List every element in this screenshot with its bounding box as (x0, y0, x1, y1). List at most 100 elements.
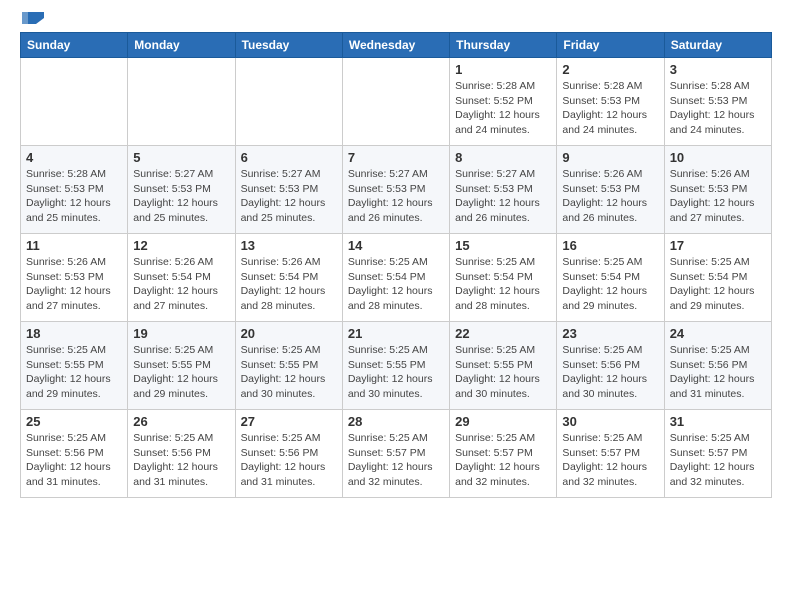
day-info: Sunrise: 5:25 AM Sunset: 5:55 PM Dayligh… (455, 343, 551, 402)
calendar-cell: 21 Sunrise: 5:25 AM Sunset: 5:55 PM Dayli… (342, 322, 449, 410)
page-header (20, 10, 772, 24)
logo (20, 10, 44, 24)
day-info: Sunrise: 5:25 AM Sunset: 5:55 PM Dayligh… (348, 343, 444, 402)
day-info: Sunrise: 5:27 AM Sunset: 5:53 PM Dayligh… (241, 167, 337, 226)
calendar-cell (128, 58, 235, 146)
day-number: 24 (670, 326, 766, 341)
calendar-week-4: 18Sunrise: 5:25 AM Sunset: 5:55 PM Dayli… (21, 322, 772, 410)
header-row: SundayMondayTuesdayWednesdayThursdayFrid… (21, 33, 772, 58)
day-info: Sunrise: 5:26 AM Sunset: 5:53 PM Dayligh… (26, 255, 122, 314)
logo-icon (22, 10, 44, 26)
day-number: 20 (241, 326, 337, 341)
calendar-cell: 9 Sunrise: 5:26 AM Sunset: 5:53 PM Daylig… (557, 146, 664, 234)
day-number: 14 (348, 238, 444, 253)
calendar-cell: 29 Sunrise: 5:25 AM Sunset: 5:57 PM Dayli… (450, 410, 557, 498)
day-info: Sunrise: 5:25 AM Sunset: 5:54 PM Dayligh… (670, 255, 766, 314)
day-number: 21 (348, 326, 444, 341)
day-info: Sunrise: 5:26 AM Sunset: 5:54 PM Dayligh… (241, 255, 337, 314)
calendar-cell: 28 Sunrise: 5:25 AM Sunset: 5:57 PM Dayli… (342, 410, 449, 498)
day-number: 25 (26, 414, 122, 429)
day-number: 4 (26, 150, 122, 165)
calendar-header: SundayMondayTuesdayWednesdayThursdayFrid… (21, 33, 772, 58)
calendar-cell: 23 Sunrise: 5:25 AM Sunset: 5:56 PM Dayli… (557, 322, 664, 410)
header-cell-tuesday: Tuesday (235, 33, 342, 58)
calendar-cell: 16 Sunrise: 5:25 AM Sunset: 5:54 PM Dayli… (557, 234, 664, 322)
calendar-cell: 2 Sunrise: 5:28 AM Sunset: 5:53 PM Daylig… (557, 58, 664, 146)
calendar-cell: 3Sunrise: 5:28 AM Sunset: 5:53 PM Daylig… (664, 58, 771, 146)
calendar-cell: 13Sunrise: 5:26 AM Sunset: 5:54 PM Dayli… (235, 234, 342, 322)
day-info: Sunrise: 5:28 AM Sunset: 5:53 PM Dayligh… (562, 79, 658, 138)
calendar-cell: 19 Sunrise: 5:25 AM Sunset: 5:55 PM Dayli… (128, 322, 235, 410)
calendar-week-3: 11 Sunrise: 5:26 AM Sunset: 5:53 PM Dayli… (21, 234, 772, 322)
day-number: 17 (670, 238, 766, 253)
calendar-cell: 24 Sunrise: 5:25 AM Sunset: 5:56 PM Dayli… (664, 322, 771, 410)
day-number: 26 (133, 414, 229, 429)
day-number: 8 (455, 150, 551, 165)
day-number: 9 (562, 150, 658, 165)
calendar-week-1: 1 Sunrise: 5:28 AM Sunset: 5:52 PM Daylig… (21, 58, 772, 146)
day-info: Sunrise: 5:25 AM Sunset: 5:57 PM Dayligh… (670, 431, 766, 490)
calendar-cell (21, 58, 128, 146)
day-info: Sunrise: 5:25 AM Sunset: 5:56 PM Dayligh… (133, 431, 229, 490)
day-number: 5 (133, 150, 229, 165)
day-number: 19 (133, 326, 229, 341)
day-info: Sunrise: 5:25 AM Sunset: 5:56 PM Dayligh… (670, 343, 766, 402)
calendar-cell: 8 Sunrise: 5:27 AM Sunset: 5:53 PM Daylig… (450, 146, 557, 234)
calendar-cell: 15Sunrise: 5:25 AM Sunset: 5:54 PM Dayli… (450, 234, 557, 322)
day-number: 31 (670, 414, 766, 429)
day-info: Sunrise: 5:25 AM Sunset: 5:54 PM Dayligh… (562, 255, 658, 314)
calendar-cell: 22 Sunrise: 5:25 AM Sunset: 5:55 PM Dayli… (450, 322, 557, 410)
day-number: 28 (348, 414, 444, 429)
day-info: Sunrise: 5:28 AM Sunset: 5:53 PM Dayligh… (26, 167, 122, 226)
calendar-cell: 26 Sunrise: 5:25 AM Sunset: 5:56 PM Dayli… (128, 410, 235, 498)
calendar-cell: 18Sunrise: 5:25 AM Sunset: 5:55 PM Dayli… (21, 322, 128, 410)
day-info: Sunrise: 5:27 AM Sunset: 5:53 PM Dayligh… (348, 167, 444, 226)
day-number: 22 (455, 326, 551, 341)
day-number: 23 (562, 326, 658, 341)
header-cell-monday: Monday (128, 33, 235, 58)
day-info: Sunrise: 5:27 AM Sunset: 5:53 PM Dayligh… (455, 167, 551, 226)
calendar-table: SundayMondayTuesdayWednesdayThursdayFrid… (20, 32, 772, 498)
day-info: Sunrise: 5:25 AM Sunset: 5:56 PM Dayligh… (241, 431, 337, 490)
day-info: Sunrise: 5:26 AM Sunset: 5:54 PM Dayligh… (133, 255, 229, 314)
day-number: 1 (455, 62, 551, 77)
calendar-cell: 6 Sunrise: 5:27 AM Sunset: 5:53 PM Daylig… (235, 146, 342, 234)
calendar-cell: 5 Sunrise: 5:27 AM Sunset: 5:53 PM Daylig… (128, 146, 235, 234)
header-cell-thursday: Thursday (450, 33, 557, 58)
header-cell-wednesday: Wednesday (342, 33, 449, 58)
day-number: 6 (241, 150, 337, 165)
calendar-cell (235, 58, 342, 146)
day-number: 10 (670, 150, 766, 165)
day-info: Sunrise: 5:26 AM Sunset: 5:53 PM Dayligh… (562, 167, 658, 226)
calendar-cell: 27 Sunrise: 5:25 AM Sunset: 5:56 PM Dayli… (235, 410, 342, 498)
calendar-cell: 31 Sunrise: 5:25 AM Sunset: 5:57 PM Dayli… (664, 410, 771, 498)
day-number: 16 (562, 238, 658, 253)
calendar-cell: 1 Sunrise: 5:28 AM Sunset: 5:52 PM Daylig… (450, 58, 557, 146)
day-number: 30 (562, 414, 658, 429)
calendar-cell: 20 Sunrise: 5:25 AM Sunset: 5:55 PM Dayli… (235, 322, 342, 410)
header-cell-friday: Friday (557, 33, 664, 58)
day-info: Sunrise: 5:28 AM Sunset: 5:52 PM Dayligh… (455, 79, 551, 138)
day-info: Sunrise: 5:25 AM Sunset: 5:55 PM Dayligh… (26, 343, 122, 402)
day-info: Sunrise: 5:25 AM Sunset: 5:57 PM Dayligh… (348, 431, 444, 490)
day-number: 2 (562, 62, 658, 77)
day-info: Sunrise: 5:25 AM Sunset: 5:57 PM Dayligh… (562, 431, 658, 490)
calendar-cell: 17 Sunrise: 5:25 AM Sunset: 5:54 PM Dayli… (664, 234, 771, 322)
calendar-week-2: 4 Sunrise: 5:28 AM Sunset: 5:53 PM Daylig… (21, 146, 772, 234)
calendar-cell: 30 Sunrise: 5:25 AM Sunset: 5:57 PM Dayli… (557, 410, 664, 498)
day-info: Sunrise: 5:25 AM Sunset: 5:55 PM Dayligh… (133, 343, 229, 402)
day-number: 27 (241, 414, 337, 429)
day-number: 11 (26, 238, 122, 253)
calendar-body: 1 Sunrise: 5:28 AM Sunset: 5:52 PM Daylig… (21, 58, 772, 498)
day-info: Sunrise: 5:28 AM Sunset: 5:53 PM Dayligh… (670, 79, 766, 138)
day-info: Sunrise: 5:27 AM Sunset: 5:53 PM Dayligh… (133, 167, 229, 226)
calendar-cell: 25 Sunrise: 5:25 AM Sunset: 5:56 PM Dayli… (21, 410, 128, 498)
day-info: Sunrise: 5:25 AM Sunset: 5:55 PM Dayligh… (241, 343, 337, 402)
day-info: Sunrise: 5:25 AM Sunset: 5:56 PM Dayligh… (26, 431, 122, 490)
day-info: Sunrise: 5:25 AM Sunset: 5:57 PM Dayligh… (455, 431, 551, 490)
day-info: Sunrise: 5:25 AM Sunset: 5:56 PM Dayligh… (562, 343, 658, 402)
day-number: 29 (455, 414, 551, 429)
calendar-cell: 10 Sunrise: 5:26 AM Sunset: 5:53 PM Dayli… (664, 146, 771, 234)
header-cell-saturday: Saturday (664, 33, 771, 58)
day-info: Sunrise: 5:26 AM Sunset: 5:53 PM Dayligh… (670, 167, 766, 226)
